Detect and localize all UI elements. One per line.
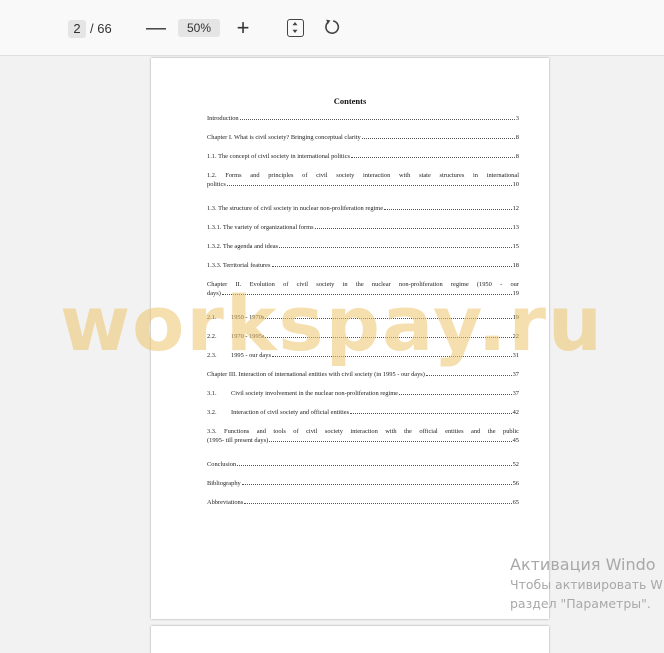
toc-entry-title: Civil society involvement in the nuclear… <box>231 390 398 397</box>
toc-entry: Chapter I. What is civil society? Bringi… <box>207 133 519 142</box>
toc-entry: 1.3. The structure of civil society in n… <box>207 204 519 213</box>
toc-entry-page: 13 <box>512 224 519 231</box>
toc-entry-page: 3 <box>515 115 519 122</box>
toc-entry-number: 3.2. <box>207 409 217 416</box>
activation-line-2: Чтобы активировать W <box>510 577 663 592</box>
toc-leader-dots <box>384 204 512 210</box>
toc-leader-dots <box>279 242 512 248</box>
plus-icon[interactable]: + <box>232 16 254 40</box>
next-document-page <box>151 626 549 653</box>
toc-entry-title: Abbreviations <box>207 499 244 506</box>
toc-entry-page: 37 <box>512 371 519 378</box>
toc-entry-page: 18 <box>512 262 519 269</box>
toc-entry-title: 1.3.1. The variety of organizational for… <box>207 224 314 231</box>
fit-page-icon[interactable] <box>287 19 304 37</box>
toc-entry-page: 15 <box>512 243 519 250</box>
toc-leader-dots <box>226 180 512 186</box>
toc-entry-title: Introduction <box>207 115 239 122</box>
minus-icon[interactable]: — <box>146 17 166 39</box>
watermark-text: workspay.ru <box>59 279 605 368</box>
toc-entry-title: Conclusion <box>207 461 237 468</box>
toc-leader-dots <box>241 479 512 485</box>
toc-leader-dots <box>271 261 512 267</box>
toc-entry-title: politics <box>207 181 226 188</box>
toc-leader-dots <box>399 389 512 395</box>
toc-entry-title: Bibliography <box>207 480 241 487</box>
toc-entry: 1.1. The concept of civil society in int… <box>207 152 519 161</box>
toc-entry-title-line: 1.2. Forms and principles of civil socie… <box>207 172 519 179</box>
toc-leader-dots <box>237 460 512 466</box>
toc-entry-title: Interaction of civil society and officia… <box>231 409 350 416</box>
toc-leader-dots <box>350 152 515 158</box>
toc-entry: Introduction 3 <box>207 114 519 123</box>
toc-entry: 1.3.3. Territorial features 18 <box>207 261 519 270</box>
windows-activation-notice: Активация Windo Чтобы активировать W раз… <box>510 555 664 613</box>
toc-entry: 1.3.1. The variety of organizational for… <box>207 223 519 232</box>
toc-entry: 3.3. Functions and tools of civil societ… <box>207 427 519 445</box>
toc-leader-dots <box>239 114 515 120</box>
toc-entry-page: 37 <box>512 390 519 397</box>
toc-entry-page: 8 <box>515 134 519 141</box>
toc-entry-page: 56 <box>512 480 519 487</box>
page-total-label: / 66 <box>90 21 112 36</box>
toc-entry-page: 10 <box>512 181 519 188</box>
pdf-toolbar: 2 / 66 — 50% + <box>0 0 664 56</box>
toc-leader-dots <box>314 223 512 229</box>
toc-entry: 3.2. Interaction of civil society and off… <box>207 408 519 417</box>
page-number-input[interactable]: 2 <box>68 20 86 38</box>
rotate-icon[interactable] <box>323 18 341 36</box>
toc-entry: Chapter III. Interaction of internationa… <box>207 370 519 379</box>
zoom-level-input[interactable]: 50% <box>178 19 220 37</box>
toc-entry: 3.1. Civil society involvement in the nuc… <box>207 389 519 398</box>
toc-entry-title-line: 3.3. Functions and tools of civil societ… <box>207 428 519 435</box>
toc-entry-page: 12 <box>512 205 519 212</box>
activation-line-3: раздел "Параметры". <box>510 596 651 611</box>
toc-leader-dots <box>361 133 515 139</box>
toc-entry: Abbreviations 65 <box>207 498 519 507</box>
toc-entry: Bibliography 56 <box>207 479 519 488</box>
toc-entry: 1.2. Forms and principles of civil socie… <box>207 171 519 189</box>
toc-entry-page: 45 <box>512 437 519 444</box>
toc-leader-dots <box>425 370 512 376</box>
toc-title: Contents <box>333 96 367 106</box>
toc-entry-title: 1.3.3. Territorial features <box>207 262 271 269</box>
toc-entry-page: 52 <box>512 461 519 468</box>
toc-entry-page: 42 <box>512 409 519 416</box>
toc-entry-title: 1.3. The structure of civil society in n… <box>207 205 384 212</box>
toc-entry: Conclusion 52 <box>207 460 519 469</box>
toc-entry-title: Chapter III. Interaction of internationa… <box>207 371 425 378</box>
toc-entry-title: 1.1. The concept of civil society in int… <box>207 153 350 160</box>
toc-entry-page: 8 <box>515 153 519 160</box>
toc-leader-dots <box>269 436 512 442</box>
toc-entry-page: 65 <box>512 499 519 506</box>
toc-entry-title: (1995- till present days) <box>207 437 269 444</box>
activation-title: Активация Windo <box>510 555 656 574</box>
toc-leader-dots <box>244 498 512 504</box>
toc-entry: 1.3.2. The agenda and ideas 15 <box>207 242 519 251</box>
toc-entry-number: 3.1. <box>207 390 217 397</box>
toc-leader-dots <box>350 408 512 414</box>
toc-entry-title: 1.3.2. The agenda and ideas <box>207 243 279 250</box>
toc-entry-title: Chapter I. What is civil society? Bringi… <box>207 134 361 141</box>
